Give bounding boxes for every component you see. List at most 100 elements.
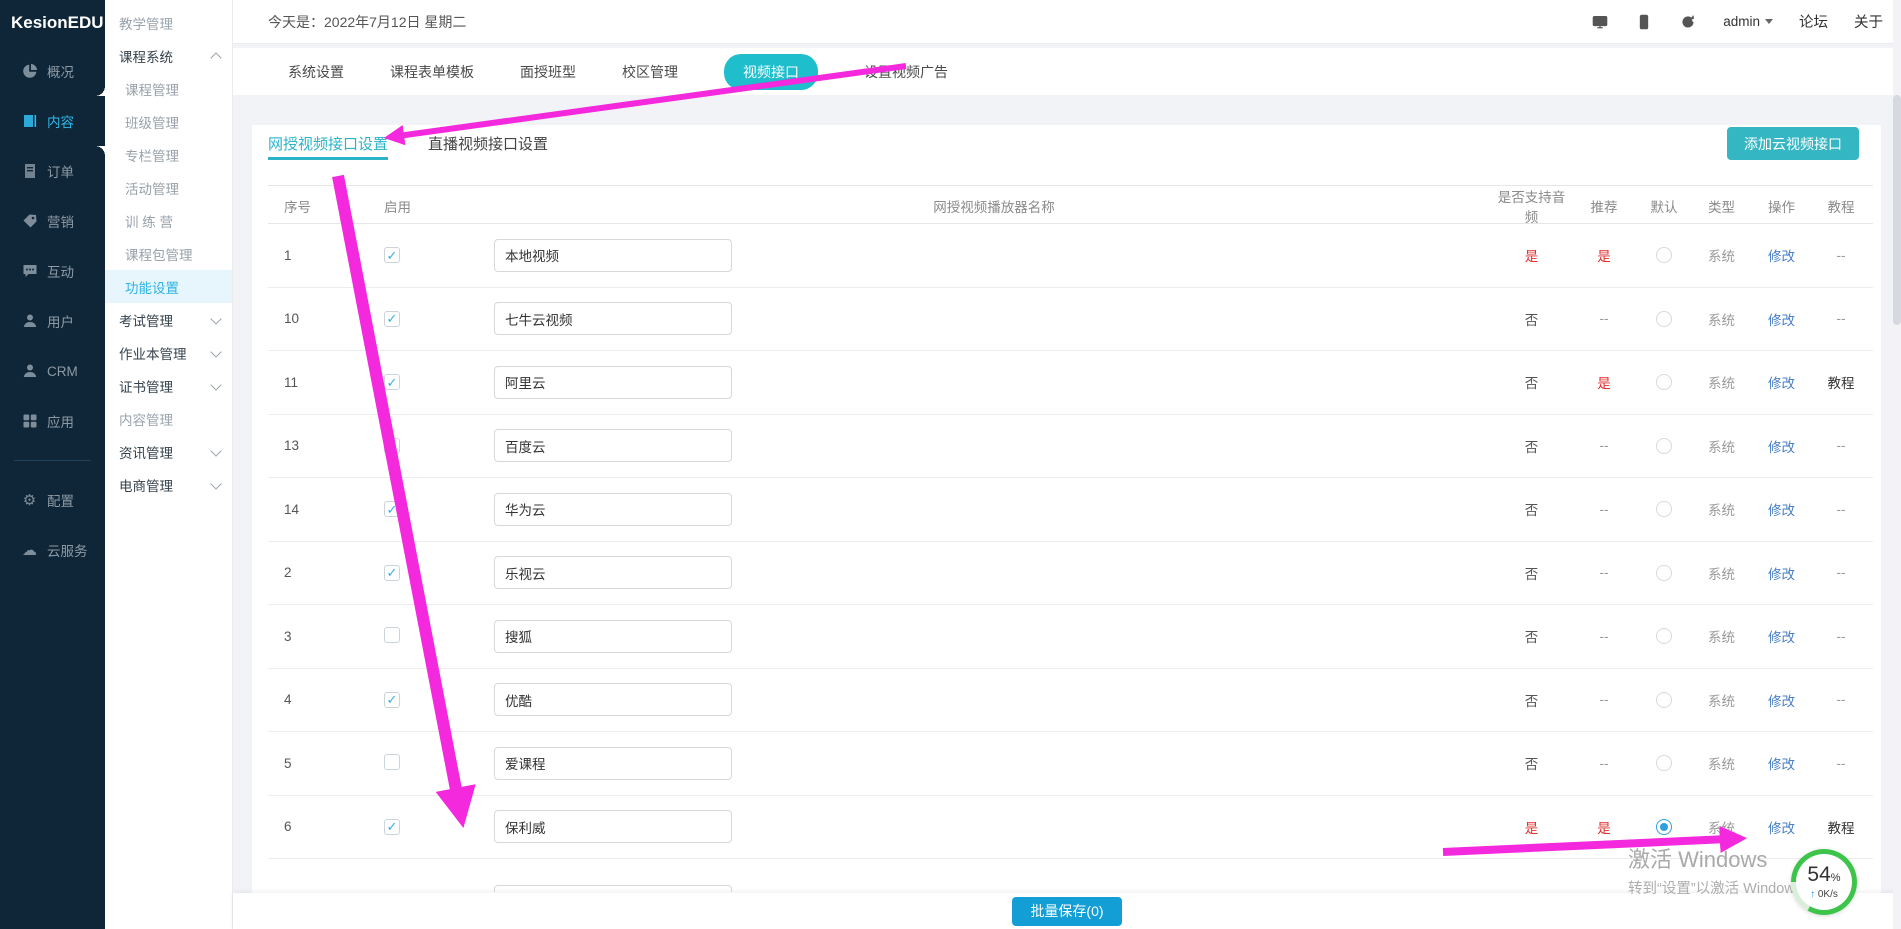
submenu-item-news-mgmt[interactable]: 资讯管理	[105, 435, 232, 468]
submenu-item-column-mgmt[interactable]: 专栏管理	[105, 138, 232, 171]
default-radio[interactable]	[1656, 501, 1672, 517]
player-name-input[interactable]	[494, 239, 732, 272]
enable-checkbox[interactable]: ✓	[384, 247, 400, 263]
modify-link[interactable]: 修改	[1754, 372, 1809, 392]
table-row: 3 ✓ 否 -- 系统 修改 --	[268, 605, 1873, 669]
submenu-item-label: 课程系统	[119, 46, 173, 66]
submenu-item-homework-mgmt[interactable]: 作业本管理	[105, 336, 232, 369]
sidebar-item-content[interactable]: 内容	[0, 96, 105, 146]
modify-link[interactable]: 修改	[1754, 563, 1809, 583]
player-name-input[interactable]	[494, 302, 732, 335]
default-radio[interactable]	[1656, 374, 1672, 390]
submenu-item-course-system[interactable]: 课程系统	[105, 39, 232, 72]
player-name-input[interactable]	[494, 885, 732, 892]
enable-checkbox[interactable]: ✓	[384, 438, 400, 454]
sidebar-item-interaction[interactable]: 互动	[0, 246, 105, 296]
tutorial-link[interactable]: 教程	[1809, 817, 1873, 837]
modify-link[interactable]: 修改	[1754, 499, 1809, 519]
submenu-item-course-mgmt[interactable]: 课程管理	[105, 72, 232, 105]
submenu-item-certificate-mgmt[interactable]: 证书管理	[105, 369, 232, 402]
default-radio[interactable]	[1656, 692, 1672, 708]
forum-link[interactable]: 论坛	[1799, 11, 1828, 32]
player-name-input[interactable]	[494, 683, 732, 716]
subtab-online-video-api[interactable]: 网授视频接口设置	[268, 133, 388, 160]
sidebar-item-label: 配置	[47, 490, 74, 510]
tab-course-form-template[interactable]: 课程表单模板	[390, 62, 474, 82]
modify-link[interactable]: 修改	[1754, 753, 1809, 773]
enable-checkbox[interactable]: ✓	[384, 819, 400, 835]
default-radio[interactable]	[1656, 565, 1672, 581]
submenu-item-function-settings[interactable]: 功能设置	[105, 270, 232, 303]
modify-link[interactable]: 修改	[1754, 309, 1809, 329]
admin-menu[interactable]: admin	[1723, 14, 1773, 29]
check-icon: ✓	[387, 439, 398, 452]
player-name-input[interactable]	[494, 493, 732, 526]
submenu-item-class-mgmt[interactable]: 班级管理	[105, 105, 232, 138]
sidebar-item-apps[interactable]: 应用	[0, 396, 105, 446]
default-radio[interactable]	[1656, 311, 1672, 327]
tab-video-ads[interactable]: 设置视频广告	[864, 62, 948, 82]
enable-checkbox[interactable]: ✓	[384, 374, 400, 390]
modify-link[interactable]: 修改	[1754, 626, 1809, 646]
table-row: 6 ✓ 是 是 系统 修改 教程	[268, 796, 1873, 860]
sidebar-item-orders[interactable]: 订单	[0, 146, 105, 196]
player-name-input[interactable]	[494, 366, 732, 399]
user-icon	[21, 313, 38, 330]
sidebar-item-overview[interactable]: 概况	[0, 46, 105, 96]
about-link[interactable]: 关于	[1854, 11, 1883, 32]
default-radio[interactable]	[1656, 628, 1672, 644]
sidebar-item-marketing[interactable]: 营销	[0, 196, 105, 246]
audio-support-value: 否	[1494, 309, 1569, 329]
enable-checkbox[interactable]: ✓	[384, 627, 400, 643]
submenu-item-activity-mgmt[interactable]: 活动管理	[105, 171, 232, 204]
audio-support-value: 否	[1494, 690, 1569, 710]
modify-link[interactable]: 修改	[1754, 690, 1809, 710]
table-row: 4 ✓ 否 -- 系统 修改 --	[268, 669, 1873, 733]
recommend-value: 是	[1569, 817, 1639, 837]
refresh-icon[interactable]	[1679, 13, 1697, 31]
modify-link[interactable]: 修改	[1754, 817, 1809, 837]
batch-save-button[interactable]: 批量保存(0)	[1012, 897, 1121, 926]
submenu-item-exam-mgmt[interactable]: 考试管理	[105, 303, 232, 336]
header-enable: 启用	[384, 196, 494, 216]
player-name-input[interactable]	[494, 556, 732, 589]
submenu-item-training-camp[interactable]: 训 练 营	[105, 204, 232, 237]
submenu-item-ecommerce-mgmt[interactable]: 电商管理	[105, 468, 232, 501]
chat-icon	[21, 263, 38, 280]
player-name-input[interactable]	[494, 747, 732, 780]
sidebar-item-config[interactable]: ⚙ 配置	[0, 475, 105, 525]
tab-system-settings[interactable]: 系统设置	[288, 62, 344, 82]
player-name-input[interactable]	[494, 620, 732, 653]
sidebar-item-cloud-service[interactable]: ☁ 云服务	[0, 525, 105, 575]
add-cloud-video-api-button[interactable]: 添加云视频接口	[1727, 127, 1859, 160]
tab-campus-mgmt[interactable]: 校区管理	[622, 62, 678, 82]
enable-checkbox[interactable]: ✓	[384, 501, 400, 517]
default-radio[interactable]	[1656, 819, 1672, 835]
audio-support-value: 否	[1494, 499, 1569, 519]
desktop-view-icon[interactable]	[1591, 13, 1609, 31]
enable-checkbox[interactable]: ✓	[384, 754, 400, 770]
tab-video-api[interactable]: 视频接口	[724, 54, 818, 90]
enable-checkbox[interactable]: ✓	[384, 565, 400, 581]
sidebar-item-users[interactable]: 用户	[0, 296, 105, 346]
type-value: 系统	[1689, 753, 1754, 773]
enable-checkbox[interactable]: ✓	[384, 311, 400, 327]
modify-link[interactable]: 修改	[1754, 245, 1809, 265]
default-radio[interactable]	[1656, 438, 1672, 454]
player-name-input[interactable]	[494, 429, 732, 462]
modify-link[interactable]: 修改	[1754, 436, 1809, 456]
default-radio[interactable]	[1656, 755, 1672, 771]
subtab-live-video-api[interactable]: 直播视频接口设置	[428, 133, 548, 160]
player-name-input[interactable]	[494, 810, 732, 843]
mobile-view-icon[interactable]	[1635, 13, 1653, 31]
video-api-table: 序号 启用 网授视频播放器名称 是否支持音频 推荐 默认 类型 操作 教程 1 …	[268, 185, 1873, 892]
submenu-item-course-package[interactable]: 课程包管理	[105, 237, 232, 270]
tutorial-link[interactable]: 教程	[1809, 372, 1873, 392]
sidebar-item-crm[interactable]: CRM	[0, 346, 105, 396]
enable-checkbox[interactable]: ✓	[384, 692, 400, 708]
network-speed-widget[interactable]: 54% ↑ 0K/s	[1791, 849, 1857, 915]
default-radio[interactable]	[1656, 247, 1672, 263]
scrollbar-thumb[interactable]	[1893, 95, 1901, 325]
secondary-sidebar: 教学管理 课程系统 课程管理 班级管理 专栏管理 活动管理 训 练 营 课程包管…	[105, 0, 233, 929]
tab-offline-class-type[interactable]: 面授班型	[520, 62, 576, 82]
